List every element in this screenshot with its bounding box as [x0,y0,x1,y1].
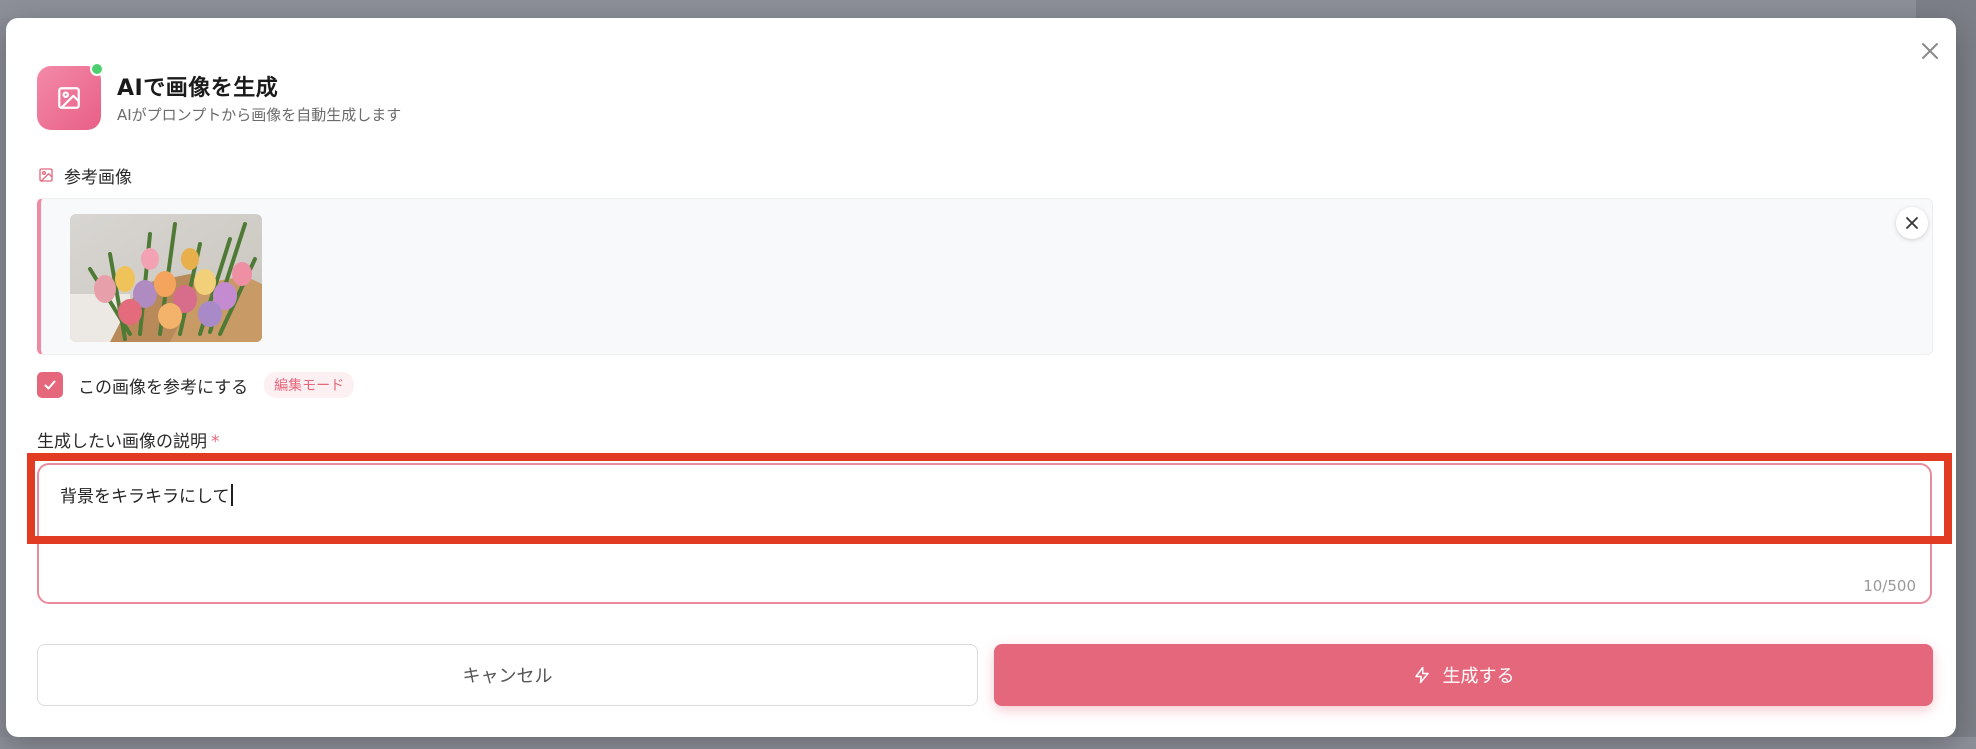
focus-highlight [27,453,1952,544]
description-label-text: 生成したい画像の説明 [37,432,207,452]
header-image-badge [37,66,101,130]
reference-label: 参考画像 [64,167,132,188]
description-label: 生成したい画像の説明 * [37,427,220,452]
generate-button-label: 生成する [1442,666,1515,687]
reference-image-thumbnail[interactable] [70,214,262,342]
close-icon [1922,43,1938,59]
character-counter: 10/500 [1863,577,1916,595]
cancel-button[interactable]: キャンセル [37,644,978,706]
generate-button[interactable]: 生成する [994,644,1933,706]
edit-mode-badge: 編集モード [264,372,355,398]
reference-section-header: 参考画像 [38,164,132,188]
cancel-button-label: キャンセル [462,666,553,687]
backdrop-bottom [0,737,1976,749]
use-reference-checkbox[interactable] [37,372,63,398]
image-icon [58,87,80,109]
close-dialog-button[interactable] [1915,36,1945,66]
use-reference-label[interactable]: この画像を参考にする [78,373,248,398]
check-icon [44,380,56,390]
tulip-bouquet-image [70,214,262,342]
remove-reference-button[interactable] [1896,207,1928,239]
lightning-icon [1414,666,1429,684]
status-dot [90,62,104,76]
dialog-title: AIで画像を生成 [117,76,279,101]
backdrop [0,0,1976,18]
close-icon [1906,217,1918,229]
image-icon [39,168,53,182]
dialog-subtitle: AIがプロンプトから画像を自動生成します [117,106,402,124]
reference-image-panel [37,198,1933,355]
use-reference-row: この画像を参考にする 編集モード [37,372,355,398]
required-mark: * [211,432,220,452]
